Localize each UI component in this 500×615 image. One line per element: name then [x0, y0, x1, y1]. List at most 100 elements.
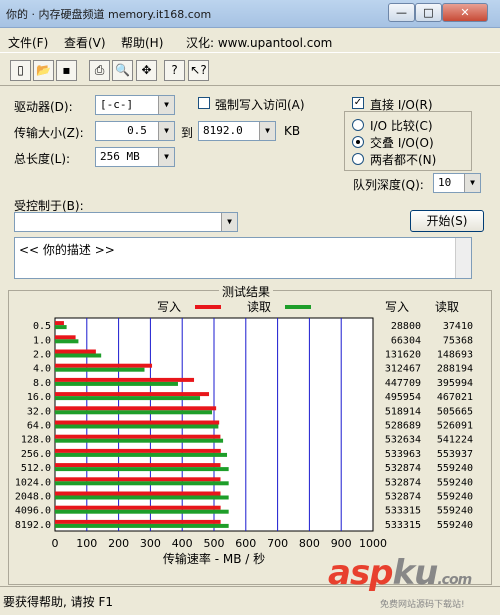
bar-write: [55, 377, 195, 382]
value-read: 75368: [443, 335, 473, 346]
transfer-size-label: 传输大小(Z):: [14, 126, 84, 140]
x-tick-label: 400: [172, 537, 193, 550]
title-bar: 你的 · 内存硬盘频道 memory.it168.com — □ ✕: [0, 0, 500, 28]
value-write: 528689: [385, 421, 421, 432]
context-help-icon[interactable]: ↖?: [188, 60, 209, 81]
transfer-from-select[interactable]: 0.5 ▼: [95, 121, 175, 141]
open-icon[interactable]: 📂: [33, 60, 54, 81]
menu-localized-by[interactable]: 汉化: www.upantool.com: [186, 34, 332, 51]
value-write: 533315: [385, 506, 421, 517]
value-write: 532874: [385, 492, 421, 503]
value-read: 467021: [437, 392, 473, 403]
neither-radio[interactable]: [352, 153, 364, 165]
value-read: 559240: [437, 520, 473, 531]
close-button[interactable]: ✕: [442, 3, 488, 22]
chevron-down-icon[interactable]: ▼: [158, 96, 174, 114]
chevron-down-icon[interactable]: ▼: [221, 213, 237, 231]
value-write: 533315: [385, 520, 421, 531]
legend-write-swatch: [195, 305, 221, 309]
value-write: 532874: [385, 463, 421, 474]
bar-read: [55, 424, 219, 429]
overlapped-io-label: 交叠 I/O(O): [370, 136, 434, 150]
print-preview-icon[interactable]: 🔍: [112, 60, 133, 81]
bar-write: [55, 491, 221, 496]
bar-read: [55, 353, 102, 358]
value-write: 532634: [385, 435, 421, 446]
bar-write: [55, 335, 76, 340]
bar-read: [55, 325, 67, 330]
value-write: 28800: [391, 321, 421, 332]
chevron-down-icon[interactable]: ▼: [259, 122, 275, 140]
new-icon[interactable]: ▯: [10, 60, 31, 81]
bar-write: [55, 448, 221, 453]
total-length-select[interactable]: 256 MB ▼: [95, 147, 175, 167]
value-read: 541224: [437, 435, 473, 446]
x-tick-label: 700: [267, 537, 288, 550]
chevron-down-icon[interactable]: ▼: [158, 122, 174, 140]
queue-depth-value: 10: [438, 176, 452, 189]
maximize-button[interactable]: □: [415, 3, 442, 22]
transfer-from-value: 0.5: [127, 124, 147, 137]
io-compare-radio[interactable]: [352, 119, 364, 131]
menu-file[interactable]: 文件(F): [8, 34, 48, 51]
x-tick-label: 0: [52, 537, 59, 550]
move-icon[interactable]: ✥: [136, 60, 157, 81]
bar-write: [55, 463, 221, 468]
column-header-read: 读取: [435, 300, 459, 314]
start-button[interactable]: 开始(S): [410, 210, 484, 232]
bar-read: [55, 438, 224, 443]
bar-read: [55, 396, 201, 401]
value-read: 559240: [437, 477, 473, 488]
x-tick-label: 200: [108, 537, 129, 550]
value-read: 288194: [437, 364, 473, 375]
minimize-button[interactable]: —: [388, 3, 415, 22]
total-length-label: 总长度(L):: [14, 152, 71, 166]
value-write: 131620: [385, 350, 421, 361]
menu-view[interactable]: 查看(V): [64, 34, 106, 51]
legend-write-label: 写入: [157, 300, 181, 314]
queue-depth-select[interactable]: 10 ▼: [433, 173, 481, 193]
print-icon[interactable]: ⎙: [89, 60, 110, 81]
watermark-logo: aspku.com: [328, 553, 472, 593]
legend-read-swatch: [285, 305, 311, 309]
transfer-to-value: 8192.0: [203, 124, 243, 137]
value-write: 518914: [385, 406, 421, 417]
chevron-down-icon[interactable]: ▼: [158, 148, 174, 166]
category-label: 256.0: [21, 449, 51, 460]
legend-read-label: 读取: [247, 300, 271, 314]
description-scrollbar[interactable]: [455, 238, 471, 278]
description-box[interactable]: << 你的描述 >>: [14, 237, 472, 279]
x-tick-label: 100: [76, 537, 97, 550]
force-write-checkbox[interactable]: [198, 97, 210, 109]
value-write: 66304: [391, 335, 421, 346]
bar-read: [55, 509, 229, 514]
transfer-to-select[interactable]: 8192.0 ▼: [198, 121, 276, 141]
bar-write: [55, 363, 153, 368]
x-axis-label: 传输速率 - MB / 秒: [163, 551, 265, 566]
bar-read: [55, 452, 228, 457]
x-tick-label: 300: [140, 537, 161, 550]
bar-write: [55, 349, 96, 354]
category-label: 1024.0: [15, 477, 51, 488]
menu-help[interactable]: 帮助(H): [121, 34, 163, 51]
controlled-by-select[interactable]: ▼: [14, 212, 238, 232]
value-read: 559240: [437, 506, 473, 517]
value-read: 526091: [437, 421, 473, 432]
category-label: 64.0: [27, 421, 51, 432]
category-label: 4.0: [33, 364, 51, 375]
value-write: 532874: [385, 477, 421, 488]
value-read: 553937: [437, 449, 473, 460]
category-label: 16.0: [27, 392, 51, 403]
direct-io-checkbox[interactable]: ✓: [352, 97, 364, 109]
drive-select[interactable]: [-c-] ▼: [95, 95, 175, 115]
value-write: 495954: [385, 392, 421, 403]
value-read: 148693: [437, 350, 473, 361]
io-compare-label: I/O 比较(C): [370, 119, 433, 133]
overlapped-io-radio[interactable]: [352, 136, 364, 148]
help-icon[interactable]: ?: [164, 60, 185, 81]
category-label: 8192.0: [15, 520, 51, 531]
category-label: 1.0: [33, 335, 51, 346]
chevron-down-icon[interactable]: ▼: [464, 174, 480, 192]
save-icon[interactable]: ▪: [56, 60, 77, 81]
bar-read: [55, 410, 213, 415]
